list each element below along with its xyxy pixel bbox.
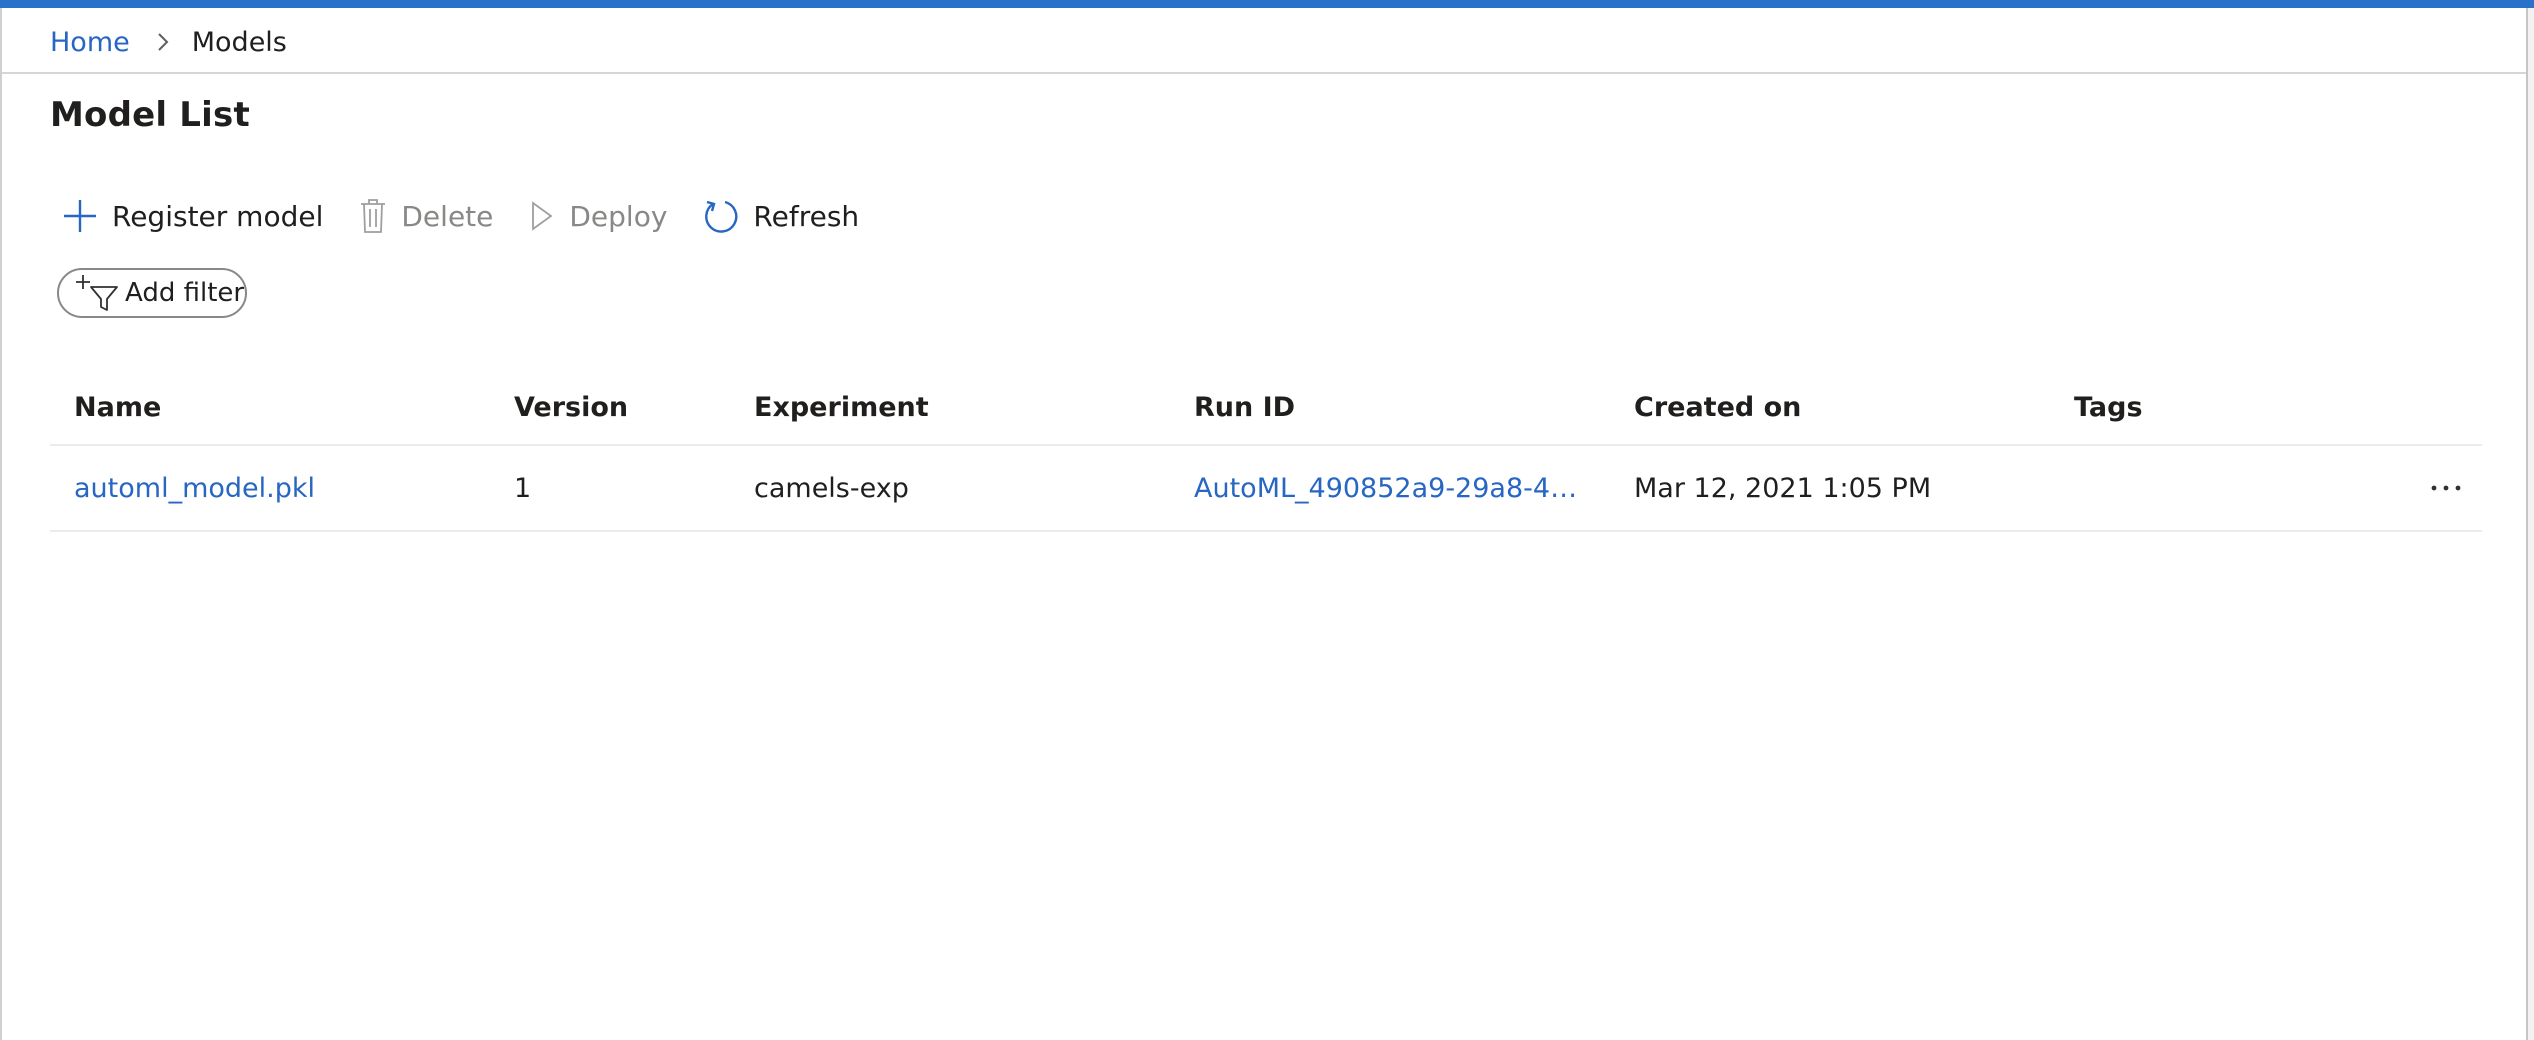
right-panel-edge: [2526, 8, 2534, 1040]
page: Home Models Model List Register model De…: [0, 0, 2534, 1040]
trash-icon: [359, 198, 387, 234]
refresh-label: Refresh: [753, 199, 860, 233]
deploy-label: Deploy: [569, 199, 668, 233]
breadcrumb: Home Models: [50, 22, 287, 62]
cell-run-id: AutoML_490852a9-29a8-4669-...: [1194, 446, 1594, 530]
breadcrumb-current: Models: [191, 26, 287, 58]
model-name-link[interactable]: automl_model.pkl: [74, 473, 315, 504]
more-options-icon[interactable]: [2416, 446, 2476, 530]
cell-created-on: Mar 12, 2021 1:05 PM: [1634, 472, 1932, 504]
chevron-right-icon: [156, 31, 170, 53]
column-header-experiment[interactable]: Experiment: [754, 370, 1174, 444]
filter-plus-icon: [75, 273, 119, 313]
refresh-icon: [703, 198, 739, 234]
top-accent-bar: [0, 0, 2534, 8]
table-header: Name Version Experiment Run ID Created o…: [50, 370, 2482, 446]
model-table: Name Version Experiment Run ID Created o…: [50, 370, 2482, 532]
play-icon: [529, 200, 555, 232]
add-filter-label: Add filter: [125, 278, 245, 308]
register-model-label: Register model: [112, 199, 324, 233]
page-title: Model List: [50, 95, 250, 135]
register-model-button[interactable]: Register model: [62, 198, 323, 234]
left-border: [0, 8, 2, 1040]
cell-name: automl_model.pkl: [74, 446, 494, 530]
add-filter-button[interactable]: Add filter: [57, 268, 247, 318]
cell-experiment: camels-exp: [754, 472, 909, 504]
run-id-link[interactable]: AutoML_490852a9-29a8-4669-...: [1194, 473, 1584, 504]
cell-version: 1: [514, 472, 532, 504]
deploy-button[interactable]: Deploy: [529, 200, 667, 233]
column-header-tags[interactable]: Tags: [2074, 370, 2374, 444]
plus-icon: [62, 198, 98, 234]
table-row[interactable]: automl_model.pkl 1 camels-exp AutoML_490…: [50, 446, 2482, 532]
breadcrumb-home-link[interactable]: Home: [50, 27, 130, 58]
header-divider: [2, 72, 2526, 74]
command-bar: Register model Delete Deploy Refresh: [62, 194, 895, 238]
refresh-button[interactable]: Refresh: [703, 198, 859, 234]
column-header-run-id[interactable]: Run ID: [1194, 370, 1594, 444]
delete-label: Delete: [401, 199, 494, 233]
column-header-created-on[interactable]: Created on: [1634, 370, 2054, 444]
column-header-name[interactable]: Name: [74, 370, 494, 444]
delete-button[interactable]: Delete: [359, 198, 493, 234]
column-header-version[interactable]: Version: [514, 370, 734, 444]
cell-tags: [2074, 446, 2374, 530]
